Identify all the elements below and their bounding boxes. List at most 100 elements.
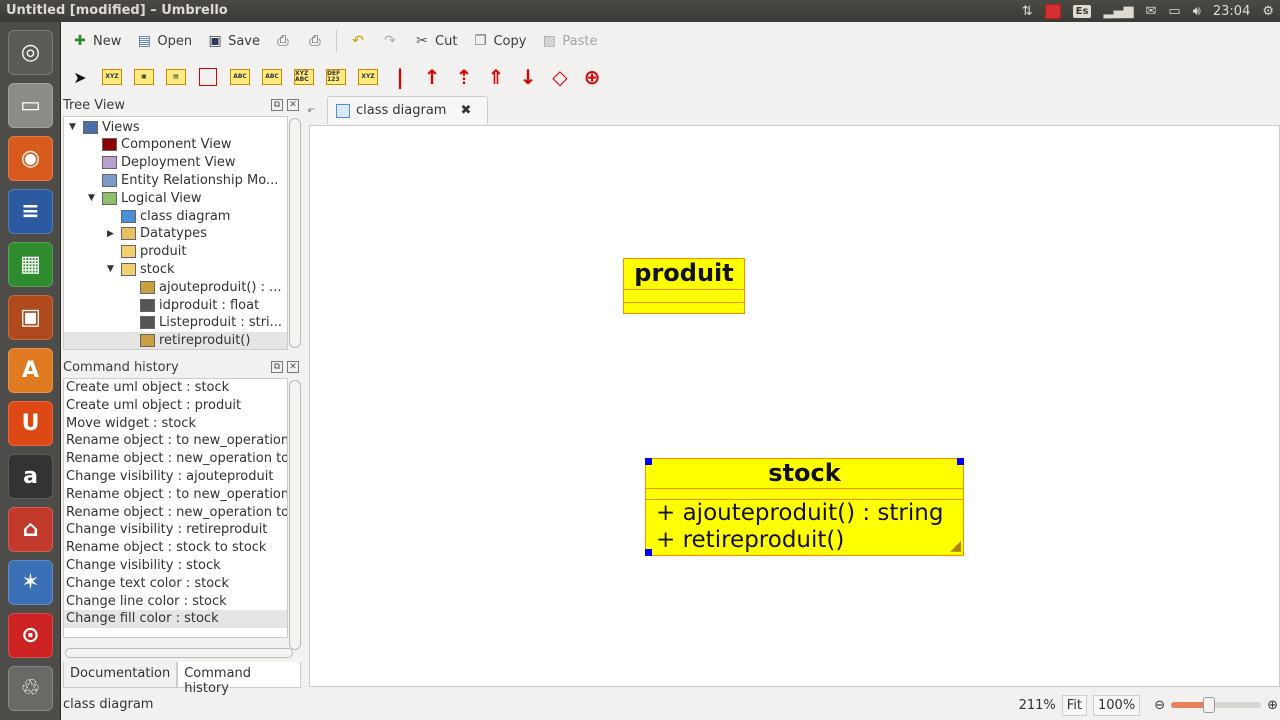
enum-tool[interactable]: XYZ ABC xyxy=(291,64,317,90)
launcher-impress-icon[interactable]: ▣ xyxy=(8,295,53,340)
history-item[interactable]: Rename object : to new_operation xyxy=(64,432,287,450)
launcher-firefox-icon[interactable]: ◉ xyxy=(8,136,53,181)
tree-item[interactable]: Component View xyxy=(64,136,287,154)
launcher-amazon-icon[interactable]: a xyxy=(8,454,53,499)
dependency-tool[interactable]: ⇡ xyxy=(451,64,477,90)
uml-class-stock[interactable]: stock + ajouteproduit() : string + retir… xyxy=(645,458,964,556)
class-tool[interactable]: XYZ xyxy=(99,64,125,90)
open-button[interactable]: ▤ Open xyxy=(129,27,198,55)
selection-handle[interactable] xyxy=(645,549,652,556)
launcher-trash-icon[interactable]: ♲ xyxy=(8,666,53,711)
history-item[interactable]: Change visibility : stock xyxy=(64,557,287,575)
launcher-umbrello-icon[interactable]: ⌂ xyxy=(8,507,53,552)
battery-icon[interactable]: ▭ xyxy=(1168,4,1180,19)
launcher-files-icon[interactable]: ▭ xyxy=(8,83,53,128)
history-item[interactable]: Change visibility : ajouteproduit xyxy=(64,468,287,486)
association-tool[interactable]: | xyxy=(387,64,413,90)
launcher-app-11-icon[interactable]: ✶ xyxy=(8,560,53,605)
template-tool[interactable]: XYZ xyxy=(355,64,381,90)
launcher-ubuntu-dash-icon[interactable]: ◎ xyxy=(8,30,53,75)
save-button[interactable]: ▣ Save xyxy=(200,27,266,55)
history-item[interactable]: Create uml object : produit xyxy=(64,397,287,415)
tree-item[interactable]: Listeproduit : stri... xyxy=(64,314,287,332)
tree-expander-icon[interactable]: ▼ xyxy=(88,193,98,203)
zoom-out-icon[interactable]: ⊖ xyxy=(1154,698,1165,713)
uml-class-produit[interactable]: produit xyxy=(623,258,745,314)
history-horizontal-scrollbar[interactable] xyxy=(65,648,293,658)
history-item[interactable]: Change fill color : stock xyxy=(64,610,287,629)
cut-button[interactable]: ✂ Cut xyxy=(407,27,463,55)
note-tool[interactable]: ▤ xyxy=(163,64,189,90)
tree-expander-icon[interactable]: ▶ xyxy=(107,229,117,239)
tree-item[interactable]: ▼ stock xyxy=(64,260,287,278)
launcher-ubuntu-one-icon[interactable]: U xyxy=(8,401,53,446)
tree-scrollbar[interactable] xyxy=(289,118,301,348)
tree-item[interactable]: ▼ Views xyxy=(64,118,287,136)
box-tool[interactable] xyxy=(195,64,221,90)
redo-button[interactable]: ↷ xyxy=(375,27,405,55)
paste-button[interactable]: ▨ Paste xyxy=(534,27,603,55)
tree-item[interactable]: class diagram xyxy=(64,207,287,225)
print-button[interactable]: ⎙ xyxy=(268,27,298,55)
tree-item[interactable]: produit xyxy=(64,243,287,261)
record-indicator-icon[interactable] xyxy=(1044,3,1061,19)
close-dock-icon[interactable]: ✕ xyxy=(287,361,299,373)
zoom-100-button[interactable]: 100% xyxy=(1093,694,1141,716)
entity-tool[interactable]: DEF 123 xyxy=(323,64,349,90)
history-item[interactable]: Rename object : stock to stock xyxy=(64,539,287,557)
launcher-writer-icon[interactable]: ≡ xyxy=(8,189,53,234)
fit-button[interactable]: Fit xyxy=(1061,694,1088,716)
clock[interactable]: 23:04 xyxy=(1213,4,1250,19)
float-dock-icon[interactable]: ⧉ xyxy=(271,99,283,111)
history-item[interactable]: Create uml object : stock xyxy=(64,379,287,397)
tab-documentation[interactable]: Documentation xyxy=(63,662,178,688)
tree-item[interactable]: Deployment View xyxy=(64,154,287,172)
tree-item[interactable]: ajouteproduit() : ... xyxy=(64,278,287,296)
launcher-calc-icon[interactable]: ▦ xyxy=(8,242,53,287)
tree-item[interactable]: ▼ Logical View xyxy=(64,189,287,207)
generalization-tool[interactable]: ⇑ xyxy=(483,64,509,90)
composition-tool[interactable]: ◇ xyxy=(547,64,573,90)
gear-icon[interactable]: ⚙ xyxy=(1262,4,1274,19)
history-item[interactable]: Change text color : stock xyxy=(64,575,287,593)
tree-item[interactable]: retireproduit() xyxy=(64,331,287,349)
float-dock-icon[interactable]: ⧉ xyxy=(271,361,283,373)
tree-expander-icon[interactable]: ▼ xyxy=(107,264,117,274)
new-button[interactable]: ✚ New xyxy=(65,27,127,55)
containment-tool[interactable]: ⊕ xyxy=(579,64,605,90)
package-tool[interactable]: ▣ xyxy=(131,64,157,90)
zoom-in-icon[interactable]: ⊕ xyxy=(1267,698,1278,713)
tree-expander-icon[interactable]: ▼ xyxy=(69,122,79,132)
tree-item[interactable]: ▶ Datatypes xyxy=(64,225,287,243)
tree-item[interactable]: idproduit : float xyxy=(64,296,287,314)
tab-command-history[interactable]: Command history xyxy=(177,662,301,696)
network-icon[interactable]: ⇅ xyxy=(1022,4,1033,19)
history-item[interactable]: Change line color : stock xyxy=(64,593,287,611)
aggregation-tool[interactable]: ↓ xyxy=(515,64,541,90)
tree-item[interactable]: Entity Relationship Mo... xyxy=(64,171,287,189)
selection-handle[interactable] xyxy=(645,458,652,465)
copy-button[interactable]: ❐ Copy xyxy=(465,27,532,55)
select-arrow-tool[interactable]: ➤ xyxy=(67,64,93,90)
close-tab-icon[interactable]: ✖ xyxy=(460,103,471,118)
diagram-canvas[interactable]: produit stock + ajouteproduit() : string… xyxy=(309,125,1280,687)
zoom-slider-knob[interactable] xyxy=(1202,697,1215,713)
history-item[interactable]: Change visibility : retireproduit xyxy=(64,521,287,539)
keyboard-layout-indicator[interactable]: Es xyxy=(1072,4,1092,18)
new-tab-icon[interactable]: ⬐ xyxy=(307,104,315,115)
signal-icon[interactable]: ▂▄▆ xyxy=(1103,4,1133,19)
history-item[interactable]: Rename object : to new_operation xyxy=(64,486,287,504)
history-item[interactable]: Move widget : stock xyxy=(64,415,287,433)
launcher-app-12-icon[interactable]: ⊙ xyxy=(8,613,53,658)
directed-association-tool[interactable]: ↑ xyxy=(419,64,445,90)
volume-icon[interactable]: 🔊︎ xyxy=(1193,4,1201,19)
selection-handle[interactable] xyxy=(957,458,964,465)
print-preview-button[interactable]: ⎙ xyxy=(300,27,330,55)
mail-icon[interactable]: ✉ xyxy=(1145,4,1156,19)
datatype-tool[interactable]: ABC xyxy=(259,64,285,90)
history-item[interactable]: Rename object : new_operation to r xyxy=(64,504,287,522)
zoom-slider[interactable] xyxy=(1171,697,1262,713)
resize-grip-icon[interactable]: ◢ xyxy=(950,538,961,554)
close-dock-icon[interactable]: ✕ xyxy=(287,99,299,111)
interface-tool[interactable]: ABC xyxy=(227,64,253,90)
